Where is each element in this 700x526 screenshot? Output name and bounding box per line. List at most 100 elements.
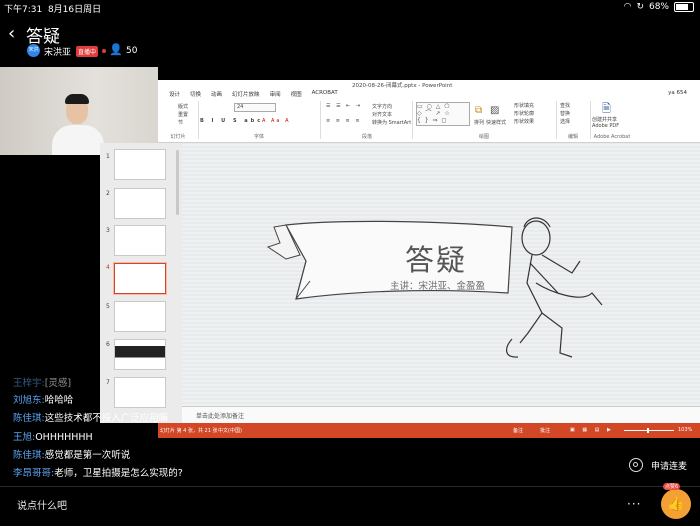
slide-thumb-3[interactable] <box>114 225 166 256</box>
chat-message: 王梓宇:[灵感] <box>13 378 72 389</box>
zoom-slider-knob[interactable] <box>647 428 649 433</box>
presenter-webcam[interactable] <box>0 67 158 155</box>
mic-request-icon[interactable] <box>629 458 643 472</box>
adobe-pdf-label: Adobe PDF <box>592 123 620 129</box>
thumb-number: 4 <box>106 264 110 271</box>
select-button[interactable]: 选择 <box>560 118 570 125</box>
battery-icon <box>674 2 694 12</box>
slide-thumb-4[interactable] <box>114 263 166 294</box>
shape-effects-button[interactable]: 形状效果 <box>514 118 534 125</box>
shape-fill-button[interactable]: 形状填充 <box>514 102 534 109</box>
zoom-level[interactable]: 103% <box>678 427 692 433</box>
ribbon-group-paragraph: ☰ ☰ ⇤ ⇥ ≡ ≡ ≡ ≡ 文字方向 对齐文本 转换为 SmartArt 段… <box>322 98 412 142</box>
ribbon-group-acrobat: 🗎 创建并共享 Adobe PDF Adobe Acrobat <box>582 98 642 142</box>
lock-rotation-icon: ↻ <box>636 2 644 12</box>
slide-thumbnails: 1 2 3 4 5 6 7 <box>100 143 172 423</box>
comment-input[interactable]: 说点什么吧 <box>17 497 67 512</box>
status-bar: 下午7:31 8月16日周日 ◠ ↻ 68% <box>0 0 700 15</box>
host-avatar[interactable]: 宋洪 <box>27 44 40 57</box>
text-direction-button[interactable]: 文字方向 <box>372 103 392 110</box>
shape-outline-button[interactable]: 形状轮廓 <box>514 110 534 117</box>
slide-thumb-1[interactable] <box>114 149 166 180</box>
battery-percent: 68% <box>648 2 669 12</box>
ribbon-separator <box>198 101 199 139</box>
status-right: ◠ ↻ 68% <box>624 2 694 12</box>
ppt-window-title: 2020-08-26-闭幕式.pptx - PowerPoint <box>352 83 453 89</box>
align-text-button[interactable]: 对齐文本 <box>372 111 392 118</box>
ribbon-separator <box>412 101 413 139</box>
replace-button[interactable]: 替换 <box>560 110 570 117</box>
thumb-number: 6 <box>106 341 110 348</box>
live-dot <box>102 49 106 53</box>
chat-message: 李昂哥哥:老师，卫星拍摄是怎么实现的? <box>13 468 183 479</box>
arrange-button[interactable]: 排列 <box>474 119 484 126</box>
ribbon-tabs: 设计 切换 动画 幻灯片放映 审阅 视图 ACROBAT ya 654 <box>158 89 700 98</box>
quick-styles-button[interactable]: 快速样式 <box>486 119 506 126</box>
viewer-icon: 👤 <box>109 43 123 56</box>
group-label-slides: 幻灯片 <box>170 134 186 140</box>
font-color-button[interactable]: A Aa A <box>262 118 291 124</box>
create-share-button[interactable]: 创建并共享 <box>592 116 617 123</box>
current-slide[interactable]: 答疑 主讲：宋洪亚、金盈盈 <box>182 143 700 406</box>
thumb-number: 2 <box>106 190 110 197</box>
smartart-button[interactable]: 转换为 SmartArt <box>372 119 411 126</box>
reset-button[interactable]: 重置 <box>178 111 188 118</box>
like-badge: 点赞6 <box>663 483 681 490</box>
thumb-number: 1 <box>106 153 110 160</box>
slide-thumb-6[interactable] <box>114 339 166 370</box>
chat-message: 王旭:OHHHHHHH <box>13 432 93 443</box>
group-label-font: 字体 <box>253 134 264 140</box>
back-icon[interactable]: ‹ <box>8 25 15 43</box>
thumb-number: 3 <box>106 227 110 234</box>
group-label-paragraph: 段落 <box>361 134 372 140</box>
tab-slideshow[interactable]: 幻灯片放映 <box>227 89 265 98</box>
presenter-hair <box>65 94 89 104</box>
tab-design[interactable]: 设计 <box>164 89 185 98</box>
find-button[interactable]: 查找 <box>560 102 570 109</box>
mic-request-button[interactable]: 申请连麦 <box>651 459 687 472</box>
thumbs-up-icon[interactable]: 👍 <box>661 489 691 519</box>
section-button[interactable]: 节 <box>178 119 183 126</box>
wifi-icon: ◠ <box>623 2 632 12</box>
font-format-buttons[interactable]: B I U S abc <box>200 118 263 124</box>
ppt-user[interactable]: ya 654 <box>663 89 692 98</box>
group-label-drawing: 绘图 <box>478 134 489 140</box>
slide-thumb-7[interactable] <box>114 377 166 408</box>
group-label-acrobat: Adobe Acrobat <box>593 134 631 140</box>
slide-thumb-5[interactable] <box>114 301 166 332</box>
chat-message: 陈佳琪:感觉都是第一次听说 <box>13 450 131 461</box>
chat-message: 刘旭东:哈哈哈 <box>13 395 74 406</box>
thumb-number: 5 <box>106 303 110 310</box>
ppt-statusbar: 幻灯片 第 4 张，共 21 张 中文(中国) 备注 批注 ▣ ▦ ▤ ▶ 10… <box>158 423 700 438</box>
notes-pane[interactable]: 单击此处添加备注 <box>182 406 700 424</box>
comments-button[interactable]: 批注 <box>540 427 550 434</box>
quick-styles-icon: ▨ <box>490 105 500 116</box>
slide-title[interactable]: 答疑 <box>405 237 467 279</box>
zoom-slider[interactable] <box>624 430 674 431</box>
comment-bar <box>0 486 700 526</box>
layout-button[interactable]: 版式 <box>178 103 188 110</box>
ribbon-group-drawing: ▭ ○ △ ⬠ ◇ ⌒ ↗ ☆{ } ⇒ ◻ ⧉ 排列 ▨ 快速样式 形状填充 形… <box>414 98 554 142</box>
list-buttons[interactable]: ☰ ☰ ⇤ ⇥ <box>326 103 362 109</box>
notes-button[interactable]: 备注 <box>513 427 523 434</box>
slide-subtitle[interactable]: 主讲：宋洪亚、金盈盈 <box>390 278 485 292</box>
ribbon: 版式 重置 节 幻灯片 24 B I U S abc A Aa A 字体 ☰ ☰… <box>158 98 700 143</box>
view-buttons[interactable]: ▣ ▦ ▤ ▶ <box>570 427 614 433</box>
tab-transitions[interactable]: 切换 <box>185 89 206 98</box>
more-icon[interactable]: ··· <box>627 497 641 511</box>
host-name: 宋洪亚 <box>44 48 72 58</box>
ppt-titlebar: 2020-08-26-闭幕式.pptx - PowerPoint <box>158 80 700 89</box>
tab-review[interactable]: 审阅 <box>265 89 286 98</box>
thumbnail-scrollbar[interactable] <box>176 150 179 215</box>
tab-acrobat[interactable]: ACROBAT <box>307 89 343 98</box>
tab-view[interactable]: 视图 <box>286 89 307 98</box>
align-buttons[interactable]: ≡ ≡ ≡ ≡ <box>326 118 362 124</box>
shapes-gallery[interactable]: ▭ ○ △ ⬠ ◇ ⌒ ↗ ☆{ } ⇒ ◻ <box>416 102 470 126</box>
thumb-number: 7 <box>106 379 110 386</box>
tab-animations[interactable]: 动画 <box>206 89 227 98</box>
ribbon-separator <box>320 101 321 139</box>
ribbon-group-font: 24 B I U S abc A Aa A 字体 <box>200 98 318 142</box>
status-time-date: 下午7:31 8月16日周日 <box>4 5 102 15</box>
slide-thumb-2[interactable] <box>114 188 166 219</box>
font-size-box[interactable]: 24 <box>234 103 276 112</box>
